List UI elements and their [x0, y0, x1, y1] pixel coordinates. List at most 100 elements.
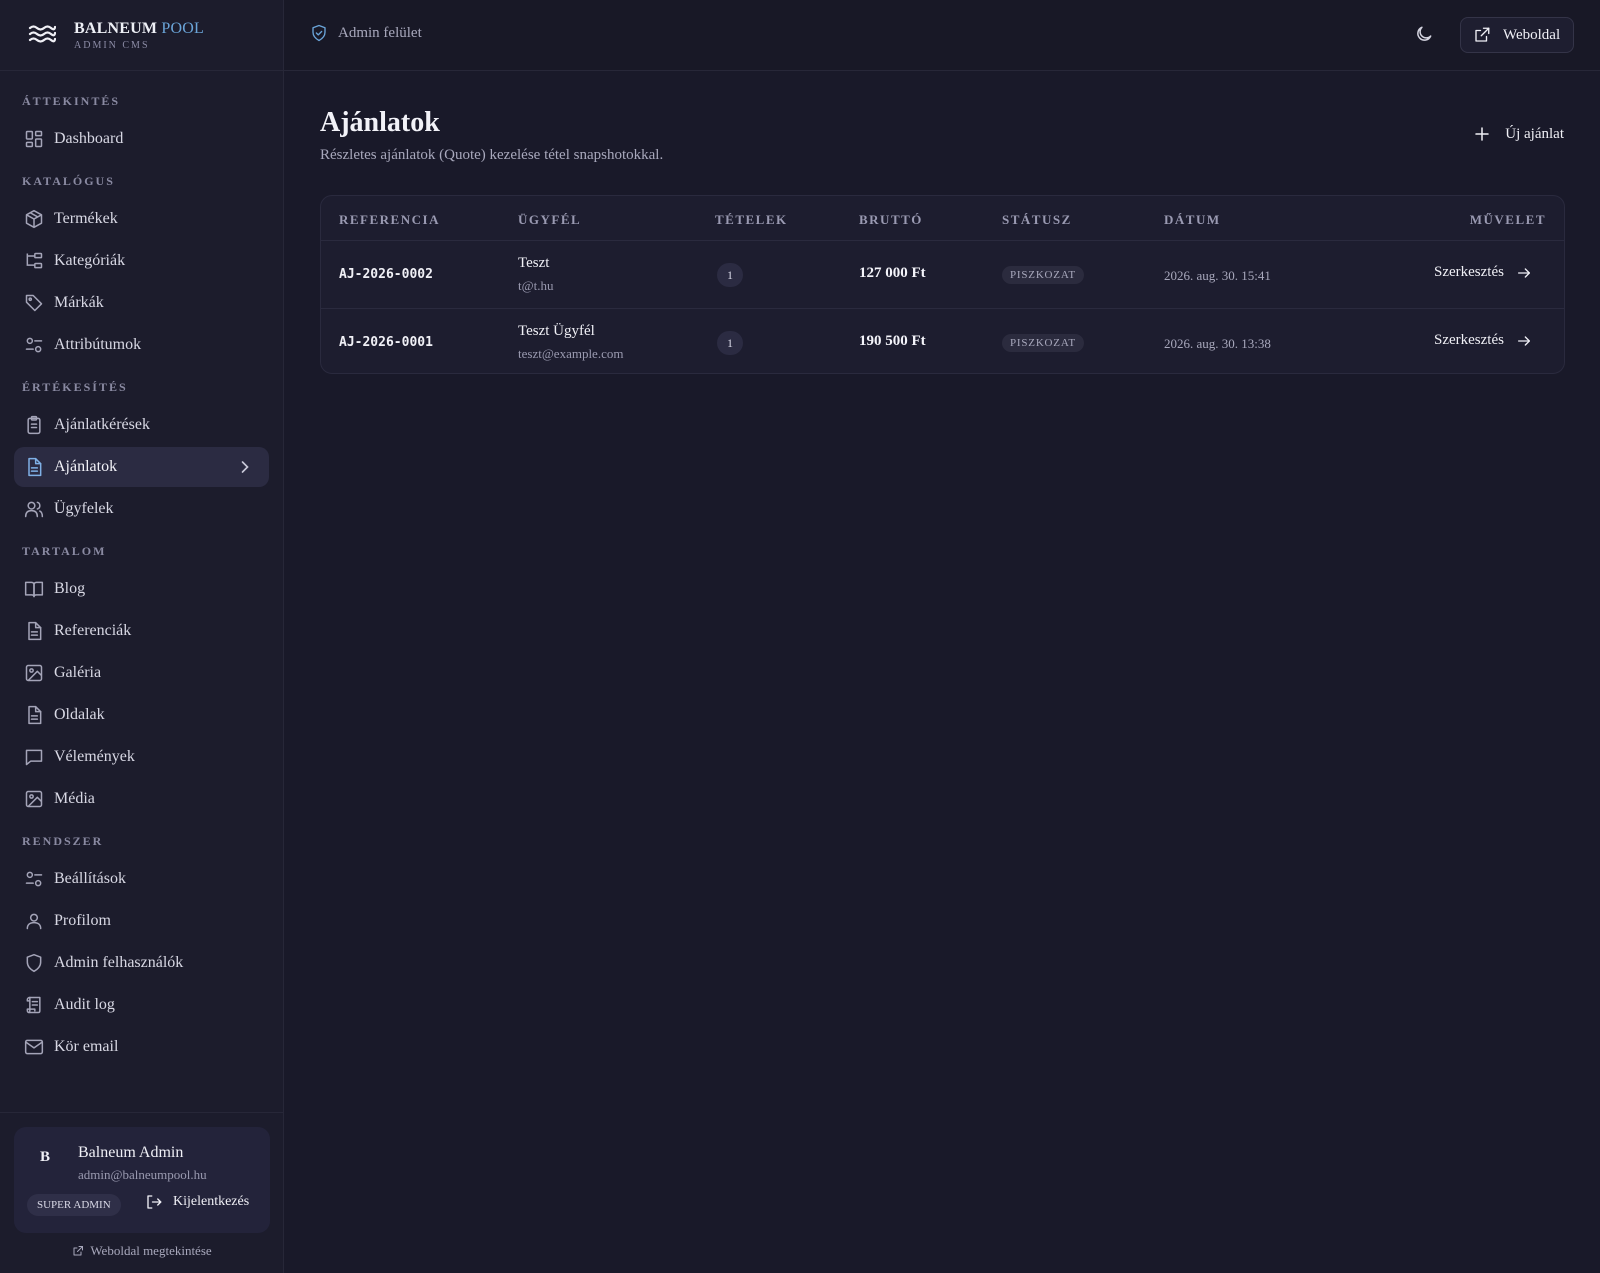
sidebar-item-products[interactable]: Termékek [14, 199, 269, 239]
admin-area-label: Admin felület [310, 24, 422, 42]
page-subtitle: Részletes ajánlatok (Quote) kezelése tét… [320, 147, 664, 163]
brand[interactable]: BALNEUM POOL ADMIN CMS [0, 0, 283, 71]
external-link-icon [73, 1246, 84, 1256]
sidebar-item-label: Referenciák [54, 622, 132, 639]
edit-label: Szerkesztés [1434, 264, 1504, 280]
sidebar-item-label: Vélemények [54, 748, 135, 765]
sidebar-item-admin-users[interactable]: Admin felhasználók [14, 943, 269, 983]
dashboard-icon [25, 130, 43, 148]
table-row: AJ-2026-0002 Teszt t@t.hu 1 127 000 Ft P… [321, 241, 1564, 308]
quote-reference[interactable]: AJ-2026-0002 [339, 267, 433, 282]
brand-name-part2: POOL [161, 19, 204, 37]
admin-area-text: Admin felület [338, 24, 422, 41]
sidebar-item-profile[interactable]: Profilom [14, 901, 269, 941]
brand-subtitle: ADMIN CMS [74, 39, 150, 51]
book-icon [24, 581, 44, 598]
column-header-reference: REFERENCIA [339, 212, 440, 227]
package-icon [25, 209, 43, 229]
sidebar-item-quote-requests[interactable]: Ajánlatkérések [14, 405, 269, 445]
column-header-items: TÉTELEK [715, 212, 788, 227]
new-quote-label: Új ajánlat [1505, 125, 1564, 142]
sidebar-item-label: Márkák [54, 294, 104, 311]
column-header-status: STÁTUSZ [1002, 212, 1072, 227]
file-text-icon [28, 621, 42, 641]
sidebar-item-quotes[interactable]: Ajánlatok [14, 447, 269, 487]
page-title: Ajánlatok [320, 107, 440, 138]
column-header-gross: BRUTTÓ [859, 212, 923, 227]
brand-text: BALNEUM POOL ADMIN CMS [74, 20, 204, 51]
sidebar-item-media[interactable]: Média [14, 779, 269, 819]
table-row: AJ-2026-0001 Teszt Ügyfél teszt@example.… [321, 308, 1564, 375]
shield-icon [26, 953, 42, 973]
file-text-icon [28, 457, 42, 477]
sidebar-item-pages[interactable]: Oldalak [14, 695, 269, 735]
sidebar: BALNEUM POOL ADMIN CMS ÁTTEKINTÉS Dashbo… [0, 0, 284, 1273]
customer-name: Teszt Ügyfél [518, 323, 595, 339]
column-header-date: DÁTUM [1164, 212, 1221, 227]
brand-title: BALNEUM POOL [74, 20, 204, 38]
gross-amount: 127 000 Ft [859, 265, 926, 281]
quote-date: 2026. aug. 30. 15:41 [1164, 268, 1271, 283]
tag-icon [25, 294, 43, 312]
nav-section-title: TARTALOM [22, 544, 107, 558]
sidebar-item-categories[interactable]: Kategóriák [14, 241, 269, 281]
file-text-icon [28, 705, 42, 725]
sidebar-item-references[interactable]: Referenciák [14, 611, 269, 651]
nav-section-title: RENDSZER [22, 834, 104, 848]
quote-reference[interactable]: AJ-2026-0001 [339, 335, 433, 350]
image-icon [25, 664, 43, 682]
website-button[interactable]: Weboldal [1460, 17, 1574, 53]
sidebar-item-label: Beállítások [54, 870, 126, 887]
gross-amount: 190 500 Ft [859, 333, 926, 349]
edit-button[interactable]: Szerkesztés [1434, 332, 1532, 349]
sidebar-footer: B Balneum Admin admin@balneumpool.hu SUP… [0, 1112, 284, 1273]
sidebar-item-brands[interactable]: Márkák [14, 283, 269, 323]
sidebar-item-label: Attribútumok [54, 336, 142, 353]
logout-button[interactable]: Kijelentkezés [145, 1193, 249, 1211]
logout-label: Kijelentkezés [173, 1194, 250, 1209]
brand-name-part1: BALNEUM [74, 19, 158, 37]
message-icon [25, 749, 43, 766]
sidebar-item-newsletter[interactable]: Kör email [14, 1027, 269, 1067]
clipboard-icon [27, 415, 41, 435]
sliders-icon [25, 337, 43, 353]
nav-section-title: ÁTTEKINTÉS [22, 94, 121, 108]
avatar: B [40, 1149, 51, 1165]
status-badge: PISZKOZAT [1002, 334, 1084, 352]
chevron-right-icon [241, 461, 249, 473]
new-quote-button[interactable]: Új ajánlat [1473, 125, 1564, 143]
sidebar-item-label: Dashboard [54, 130, 124, 147]
role-badge: SUPER ADMIN [27, 1194, 121, 1216]
edit-button[interactable]: Szerkesztés [1434, 264, 1532, 281]
category-tree-icon [26, 252, 43, 269]
scroll-icon [26, 996, 41, 1014]
sidebar-item-reviews[interactable]: Vélemények [14, 737, 269, 777]
sidebar-item-dashboard[interactable]: Dashboard [14, 119, 269, 159]
user-email: admin@balneumpool.hu [78, 1167, 207, 1182]
view-site-link[interactable]: Weboldal megtekintése [0, 1243, 284, 1259]
moon-icon[interactable] [1414, 24, 1434, 44]
plus-icon [1475, 127, 1490, 141]
sidebar-item-customers[interactable]: Ügyfelek [14, 489, 269, 529]
sidebar-item-settings[interactable]: Beállítások [14, 859, 269, 899]
waves-logo-icon [28, 25, 56, 43]
logout-icon [147, 1195, 162, 1209]
sidebar-item-label: Galéria [54, 664, 102, 681]
quotes-table: REFERENCIA ÜGYFÉL TÉTELEK BRUTTÓ STÁTUSZ… [320, 195, 1565, 374]
shield-check-icon [312, 24, 326, 42]
sidebar-item-attributes[interactable]: Attribútumok [14, 325, 269, 365]
arrow-right-icon [1517, 267, 1530, 278]
nav-section-title: ÉRTÉKESÍTÉS [22, 380, 128, 394]
sidebar-item-label: Média [54, 790, 95, 807]
sidebar-item-label: Oldalak [54, 706, 105, 723]
website-button-label: Weboldal [1503, 26, 1561, 43]
sidebar-item-audit-log[interactable]: Audit log [14, 985, 269, 1025]
sidebar-item-label: Audit log [54, 996, 115, 1013]
quote-date: 2026. aug. 30. 13:38 [1164, 336, 1271, 351]
sidebar-item-blog[interactable]: Blog [14, 569, 269, 609]
edit-label: Szerkesztés [1434, 332, 1504, 348]
sidebar-item-label: Blog [54, 580, 86, 597]
sidebar-item-gallery[interactable]: Galéria [14, 653, 269, 693]
customer-name: Teszt [518, 255, 550, 271]
nav-section-title: KATALÓGUS [22, 174, 115, 188]
